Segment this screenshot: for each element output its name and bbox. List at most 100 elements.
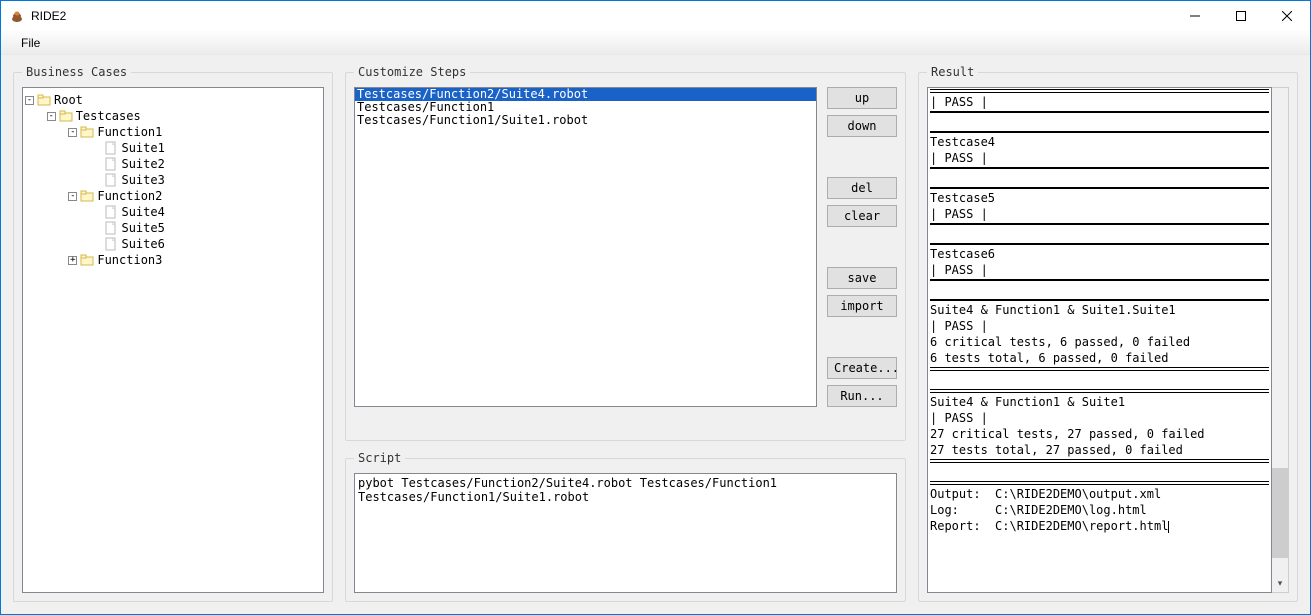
step-row[interactable]: Testcases/Function1/Suite1.robot [355, 114, 816, 127]
file-icon [104, 237, 118, 251]
text-caret [1168, 521, 1169, 533]
collapse-icon[interactable]: - [25, 96, 34, 105]
result-legend: Result [927, 65, 978, 79]
result-scrollbar[interactable]: ▾ [1272, 87, 1289, 593]
separator-double [930, 481, 1269, 485]
result-line [930, 226, 1269, 242]
tree-node-suite6[interactable]: Suite6 [25, 236, 321, 252]
titlebar: RIDE2 [1, 1, 1310, 31]
result-line [930, 170, 1269, 186]
result-line: Testcase5 [930, 190, 1269, 206]
script-textarea[interactable]: pybot Testcases/Function2/Suite4.robot T… [354, 473, 897, 593]
result-line: | PASS | [930, 206, 1269, 222]
folder-open-icon [80, 125, 94, 139]
menu-file[interactable]: File [13, 34, 48, 52]
result-output[interactable]: | PASS | Testcase4| PASS | Testcase5| PA… [927, 87, 1272, 593]
tree-node-suite1[interactable]: Suite1 [25, 140, 321, 156]
result-panel: Result | PASS | Testcase4| PASS | Testca… [918, 65, 1298, 602]
business-cases-legend: Business Cases [22, 65, 131, 79]
result-line [930, 464, 1269, 480]
result-line: | PASS | [930, 318, 1269, 334]
result-line: Report: C:\RIDE2DEMO\report.html [930, 518, 1269, 534]
separator-double [930, 389, 1269, 393]
expand-icon[interactable]: + [68, 256, 77, 265]
tree-node-suite4[interactable]: Suite4 [25, 204, 321, 220]
run-button[interactable]: Run... [827, 385, 897, 407]
result-line: Testcase6 [930, 246, 1269, 262]
business-cases-panel: Business Cases - Root - Testcases [13, 65, 333, 602]
window-title: RIDE2 [31, 9, 1172, 23]
separator-double [930, 459, 1269, 463]
result-line: 6 critical tests, 6 passed, 0 failed [930, 334, 1269, 350]
tree-node-function3[interactable]: + Function3 [25, 252, 321, 268]
minimize-button[interactable] [1172, 1, 1218, 31]
file-icon [104, 205, 118, 219]
scroll-down-icon[interactable]: ▾ [1272, 575, 1288, 592]
result-line: | PASS | [930, 94, 1269, 110]
result-line [930, 114, 1269, 130]
clear-button[interactable]: clear [827, 205, 897, 227]
tree-node-suite5[interactable]: Suite5 [25, 220, 321, 236]
maximize-button[interactable] [1218, 1, 1264, 31]
folder-icon [80, 253, 94, 267]
down-button[interactable]: down [827, 115, 897, 137]
folder-open-icon [59, 109, 73, 123]
result-line: | PASS | [930, 410, 1269, 426]
result-line: 27 tests total, 27 passed, 0 failed [930, 442, 1269, 458]
file-icon [104, 221, 118, 235]
result-line: Output: C:\RIDE2DEMO\output.xml [930, 486, 1269, 502]
result-line: 27 critical tests, 27 passed, 0 failed [930, 426, 1269, 442]
separator [930, 279, 1269, 281]
tree-node-function1[interactable]: - Function1 [25, 124, 321, 140]
separator [930, 223, 1269, 225]
window-controls [1172, 1, 1310, 31]
separator-double [930, 89, 1269, 93]
tree-node-root[interactable]: - Root [25, 92, 321, 108]
create-button[interactable]: Create... [827, 357, 897, 379]
result-line: | PASS | [930, 150, 1269, 166]
result-line: Suite4 & Function1 & Suite1 [930, 394, 1269, 410]
app-window: RIDE2 File Business Cases - [0, 0, 1311, 615]
separator [930, 299, 1269, 301]
result-line [930, 372, 1269, 388]
file-icon [104, 173, 118, 187]
tree-node-suite3[interactable]: Suite3 [25, 172, 321, 188]
collapse-icon[interactable]: - [68, 128, 77, 137]
result-line: | PASS | [930, 262, 1269, 278]
collapse-icon[interactable]: - [47, 112, 56, 121]
folder-open-icon [37, 93, 51, 107]
tree-node-function2[interactable]: - Function2 [25, 188, 321, 204]
result-line: Testcase4 [930, 134, 1269, 150]
steps-buttons: up down del clear save import Create... … [827, 87, 897, 407]
separator [930, 167, 1269, 169]
collapse-icon[interactable]: - [68, 192, 77, 201]
app-icon [9, 8, 25, 24]
customize-steps-legend: Customize Steps [354, 65, 470, 79]
folder-open-icon [80, 189, 94, 203]
result-line: Log: C:\RIDE2DEMO\log.html [930, 502, 1269, 518]
script-legend: Script [354, 451, 405, 465]
separator [930, 131, 1269, 133]
menubar: File [1, 31, 1310, 55]
result-line [930, 282, 1269, 298]
del-button[interactable]: del [827, 177, 897, 199]
separator [930, 187, 1269, 189]
separator [930, 243, 1269, 245]
result-line: Suite4 & Function1 & Suite1.Suite1 [930, 302, 1269, 318]
client-area: Business Cases - Root - Testcases [1, 55, 1310, 614]
middle-column: Customize Steps Testcases/Function2/Suit… [345, 65, 906, 602]
separator-double [930, 367, 1269, 371]
separator [930, 111, 1269, 113]
steps-list[interactable]: Testcases/Function2/Suite4.robotTestcase… [354, 87, 817, 407]
file-icon [104, 157, 118, 171]
tree-node-testcases[interactable]: - Testcases [25, 108, 321, 124]
scrollbar-thumb[interactable] [1272, 468, 1288, 558]
import-button[interactable]: import [827, 295, 897, 317]
save-button[interactable]: save [827, 267, 897, 289]
tree-view[interactable]: - Root - Testcases - F [22, 87, 324, 593]
file-icon [104, 141, 118, 155]
close-button[interactable] [1264, 1, 1310, 31]
result-line: 6 tests total, 6 passed, 0 failed [930, 350, 1269, 366]
up-button[interactable]: up [827, 87, 897, 109]
tree-node-suite2[interactable]: Suite2 [25, 156, 321, 172]
